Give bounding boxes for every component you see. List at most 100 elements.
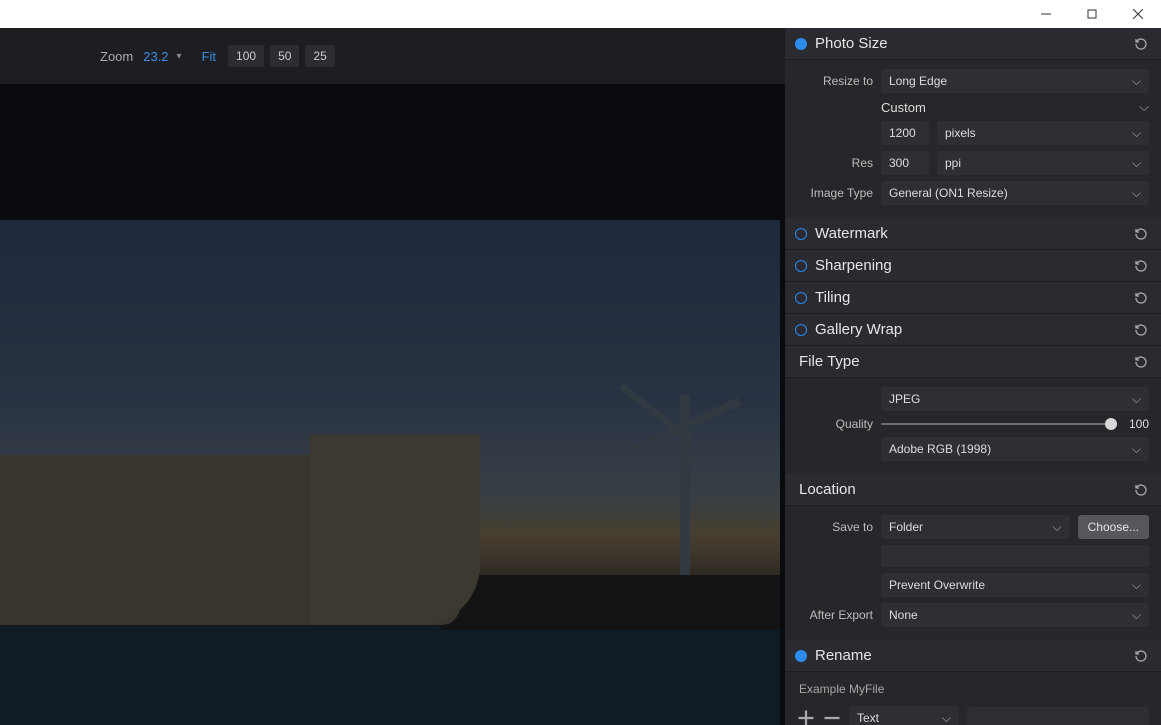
chevron-down-icon: ⌵	[942, 711, 951, 725]
chevron-down-icon: ⌵	[1132, 126, 1141, 141]
preview-image	[0, 220, 780, 725]
minus-icon	[823, 709, 841, 725]
chevron-down-icon: ⌵	[1132, 578, 1141, 593]
size-value-input[interactable]	[881, 121, 929, 145]
rename-type-value: Text	[857, 711, 879, 725]
reset-icon[interactable]	[1133, 648, 1149, 664]
section-header-gallery-wrap[interactable]: Gallery Wrap	[785, 314, 1161, 346]
reset-icon[interactable]	[1133, 226, 1149, 242]
image-type-select[interactable]: General (ON1 Resize) ⌵	[881, 181, 1149, 205]
section-header-tiling[interactable]: Tiling	[785, 282, 1161, 314]
canvas-area[interactable]	[0, 84, 785, 725]
toggle-icon[interactable]	[795, 260, 807, 272]
section-body-file-type: JPEG ⌵ Quality 100 Adobe RGB (1998) ⌵	[785, 378, 1161, 474]
color-space-select[interactable]: Adobe RGB (1998) ⌵	[881, 437, 1149, 461]
plus-icon	[797, 709, 815, 725]
image-type-value: General (ON1 Resize)	[889, 186, 1008, 200]
chevron-down-icon[interactable]: ⌵	[1139, 99, 1149, 115]
overwrite-select[interactable]: Prevent Overwrite ⌵	[881, 573, 1149, 597]
section-header-location[interactable]: Location	[785, 474, 1161, 506]
resolution-unit-value: ppi	[945, 156, 961, 170]
file-format-value: JPEG	[889, 392, 920, 406]
save-to-select[interactable]: Folder ⌵	[881, 515, 1070, 539]
zoom-value[interactable]: 23.2	[143, 49, 168, 64]
chevron-down-icon: ⌵	[1132, 392, 1141, 407]
size-unit-select[interactable]: pixels ⌵	[937, 121, 1149, 145]
save-to-label: Save to	[797, 520, 873, 534]
chevron-down-icon: ⌵	[1053, 520, 1062, 535]
resize-to-select[interactable]: Long Edge ⌵	[881, 69, 1149, 93]
reset-icon[interactable]	[1133, 322, 1149, 338]
rename-text-input[interactable]	[967, 707, 1149, 725]
after-export-value: None	[889, 608, 918, 622]
toggle-icon[interactable]	[795, 324, 807, 336]
close-icon	[1133, 9, 1143, 19]
overwrite-value: Prevent Overwrite	[889, 578, 985, 592]
chevron-down-icon: ⌵	[1132, 156, 1141, 171]
after-export-select[interactable]: None ⌵	[881, 603, 1149, 627]
window-titlebar	[0, 0, 1161, 28]
resize-to-label: Resize to	[797, 74, 873, 88]
file-format-select[interactable]: JPEG ⌵	[881, 387, 1149, 411]
section-title: Location	[799, 481, 1125, 498]
main-area: Zoom 23.2 ▾ Fit 100 50 25	[0, 28, 785, 725]
rename-type-select[interactable]: Text ⌵	[849, 706, 959, 725]
slider-thumb[interactable]	[1105, 418, 1117, 430]
example-label: Example	[799, 682, 846, 696]
section-title: Watermark	[815, 225, 1125, 242]
zoom-dropdown-icon[interactable]: ▾	[177, 51, 182, 62]
resolution-input[interactable]	[881, 151, 929, 175]
zoom-25-button[interactable]: 25	[305, 45, 334, 67]
add-token-button[interactable]	[797, 709, 815, 725]
section-body-photo-size: Resize to Long Edge ⌵ Custom ⌵ pixels ⌵	[785, 60, 1161, 218]
section-header-rename[interactable]: Rename	[785, 640, 1161, 672]
toggle-icon[interactable]	[795, 292, 807, 304]
section-header-file-type[interactable]: File Type	[785, 346, 1161, 378]
section-header-sharpening[interactable]: Sharpening	[785, 250, 1161, 282]
section-title: Gallery Wrap	[815, 321, 1125, 338]
chevron-down-icon: ⌵	[1132, 442, 1141, 457]
window-close-button[interactable]	[1115, 0, 1161, 28]
section-header-photo-size[interactable]: Photo Size	[785, 28, 1161, 60]
image-type-label: Image Type	[797, 186, 873, 200]
reset-icon[interactable]	[1133, 36, 1149, 52]
section-title: Tiling	[815, 289, 1125, 306]
reset-icon[interactable]	[1133, 482, 1149, 498]
section-body-location: Save to Folder ⌵ Choose... Prevent Overw…	[785, 506, 1161, 640]
section-title: Sharpening	[815, 257, 1125, 274]
resolution-unit-select[interactable]: ppi ⌵	[937, 151, 1149, 175]
folder-path-input[interactable]	[881, 545, 1149, 567]
size-unit-value: pixels	[945, 126, 976, 140]
app-body: Zoom 23.2 ▾ Fit 100 50 25 Photo Size	[0, 28, 1161, 725]
quality-slider[interactable]	[881, 423, 1111, 425]
reset-icon[interactable]	[1133, 290, 1149, 306]
resize-to-value: Long Edge	[889, 74, 947, 88]
save-to-value: Folder	[889, 520, 923, 534]
toggle-icon[interactable]	[795, 228, 807, 240]
section-body-rename: Example MyFile Text ⌵	[785, 672, 1161, 725]
zoom-50-button[interactable]: 50	[270, 45, 299, 67]
zoom-toolbar: Zoom 23.2 ▾ Fit 100 50 25	[0, 28, 785, 84]
section-title: Photo Size	[815, 35, 1125, 52]
remove-token-button[interactable]	[823, 709, 841, 725]
after-export-label: After Export	[797, 608, 873, 622]
example-value: MyFile	[849, 682, 884, 696]
minimize-icon	[1041, 9, 1051, 19]
zoom-100-button[interactable]: 100	[228, 45, 264, 67]
toggle-icon[interactable]	[795, 650, 807, 662]
zoom-fit-button[interactable]: Fit	[202, 49, 216, 64]
section-header-watermark[interactable]: Watermark	[785, 218, 1161, 250]
export-panel: Photo Size Resize to Long Edge ⌵ Custom …	[785, 28, 1161, 725]
reset-icon[interactable]	[1133, 258, 1149, 274]
window-minimize-button[interactable]	[1023, 0, 1069, 28]
chevron-down-icon: ⌵	[1132, 608, 1141, 623]
choose-folder-button[interactable]: Choose...	[1078, 515, 1149, 539]
maximize-icon	[1087, 9, 1097, 19]
chevron-down-icon: ⌵	[1132, 186, 1141, 201]
toggle-icon[interactable]	[795, 38, 807, 50]
reset-icon[interactable]	[1133, 354, 1149, 370]
color-space-value: Adobe RGB (1998)	[889, 442, 991, 456]
resolution-label: Res	[797, 156, 873, 170]
chevron-down-icon: ⌵	[1132, 74, 1141, 89]
window-maximize-button[interactable]	[1069, 0, 1115, 28]
